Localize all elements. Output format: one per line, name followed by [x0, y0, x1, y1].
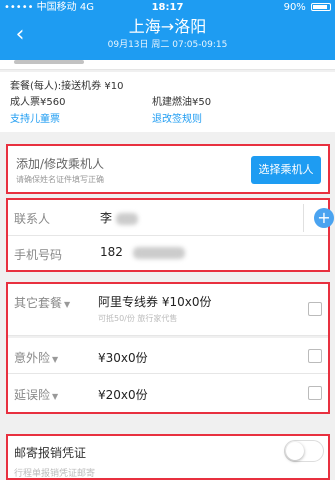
select-passenger-button[interactable]: 选择乘机人	[251, 156, 321, 184]
redacted-blur	[132, 246, 185, 259]
delay-insurance-label: 延误险 ▼	[14, 388, 59, 402]
mail-invoice-sub: 行程单报销凭证邮寄	[14, 469, 96, 479]
extra-package-sub: 可抵50/份 旅行家代售	[98, 314, 178, 323]
extra-package-label: 其它套餐 ▼	[14, 296, 71, 310]
adult-fare: 成人票¥560	[10, 97, 66, 108]
accident-insurance-row[interactable]: 意外险 ▼ ¥30x0份	[8, 338, 328, 374]
add-passenger-hint: 请确保姓名证件填写正确	[16, 175, 104, 184]
contact-section: 联系人 李 + 手机号码 182	[6, 198, 334, 272]
mail-invoice-title: 邮寄报销凭证	[14, 446, 87, 460]
delay-insurance-checkbox[interactable]	[308, 386, 322, 400]
redacted-blur	[116, 212, 139, 225]
contact-name-value[interactable]: 李	[100, 209, 139, 226]
mail-invoice-section: 邮寄报销凭证 行程单报销凭证邮寄	[6, 434, 330, 480]
contact-phone-label: 手机号码	[14, 248, 63, 262]
extra-package-value: 阿里专线券 ¥10x0份	[98, 295, 212, 309]
route-title: 上海→洛阳	[128, 17, 207, 36]
divider	[303, 204, 304, 232]
battery-label: 90%	[283, 2, 306, 13]
accident-insurance-label: 意外险 ▼	[14, 351, 59, 365]
caret-down-icon: ▼	[64, 300, 71, 309]
extras-section: 其它套餐 ▼ 阿里专线券 ¥10x0份 可抵50/份 旅行家代售 意外险 ▼ ¥30…	[6, 282, 330, 414]
contact-name-row[interactable]: 联系人 李 +	[8, 200, 334, 236]
add-passenger-section: 添加/修改乘机人 请确保姓名证件填写正确 选择乘机人	[6, 144, 330, 194]
caret-down-icon: ▼	[52, 392, 59, 401]
refund-rules-link[interactable]: 退改签规则	[152, 113, 202, 127]
battery-icon	[311, 3, 331, 11]
plus-circle-icon[interactable]: +	[314, 208, 334, 228]
delay-insurance-value: ¥20x0份	[98, 388, 148, 402]
mail-invoice-toggle[interactable]	[284, 440, 324, 462]
cut-off-row	[0, 60, 335, 70]
accident-insurance-checkbox[interactable]	[308, 349, 322, 363]
route-subtitle: 09月13日 周二 07:05-09:15	[107, 40, 228, 50]
contact-phone-value[interactable]: 182	[100, 245, 185, 259]
package-info: 套餐(每人):接送机券 ¥10 成人票¥560 机建燃油¥50 支持儿童票 退改…	[0, 72, 335, 132]
package-name: 套餐(每人):接送机券 ¥10	[10, 81, 124, 92]
child-ticket-link[interactable]: 支持儿童票	[10, 114, 60, 125]
contact-name-label: 联系人	[14, 212, 51, 226]
accident-insurance-value: ¥30x0份	[98, 351, 148, 365]
fuel-fee: 机建燃油¥50	[152, 97, 212, 108]
delay-insurance-row[interactable]: 延误险 ▼ ¥20x0份	[8, 374, 328, 412]
toggle-knob	[286, 442, 304, 460]
extra-package-row[interactable]: 其它套餐 ▼ 阿里专线券 ¥10x0份 可抵50/份 旅行家代售	[8, 284, 328, 336]
contact-phone-row[interactable]: 手机号码 182	[8, 236, 328, 272]
extra-package-checkbox[interactable]	[308, 302, 322, 316]
caret-down-icon: ▼	[52, 355, 59, 364]
status-bar: ••••• 中国移动 4G 18:17 90%	[0, 0, 335, 16]
add-passenger-title[interactable]: 添加/修改乘机人	[16, 155, 104, 172]
app-header: ••••• 中国移动 4G 18:17 90% ‹ 上海→洛阳 09月13日 周…	[0, 0, 335, 60]
